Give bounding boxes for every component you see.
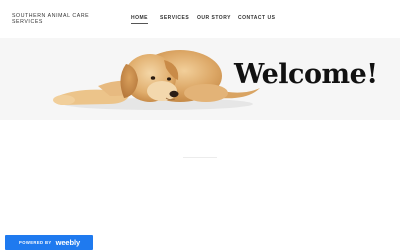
section-divider — [183, 157, 217, 158]
nav-item-our-story[interactable]: OUR STORY — [197, 15, 231, 21]
weebly-logo: weebly — [55, 238, 81, 247]
powered-by-label: POWERED BY — [19, 240, 52, 245]
welcome-heading: Welcome! — [234, 59, 378, 90]
main-nav: HOME SERVICES OUR STORY CONTACT US — [0, 15, 400, 25]
hero-banner: Welcome! — [0, 38, 400, 120]
page: SOUTHERN ANIMAL CARE SERVICES HOME SERVI… — [0, 0, 400, 250]
powered-by-weebly-badge[interactable]: POWERED BY weebly — [5, 235, 93, 250]
nav-item-contact-us[interactable]: CONTACT US — [238, 15, 275, 21]
nav-item-home[interactable]: HOME — [131, 15, 148, 24]
site-header: SOUTHERN ANIMAL CARE SERVICES HOME SERVI… — [0, 0, 400, 38]
nav-item-services[interactable]: SERVICES — [160, 15, 189, 21]
